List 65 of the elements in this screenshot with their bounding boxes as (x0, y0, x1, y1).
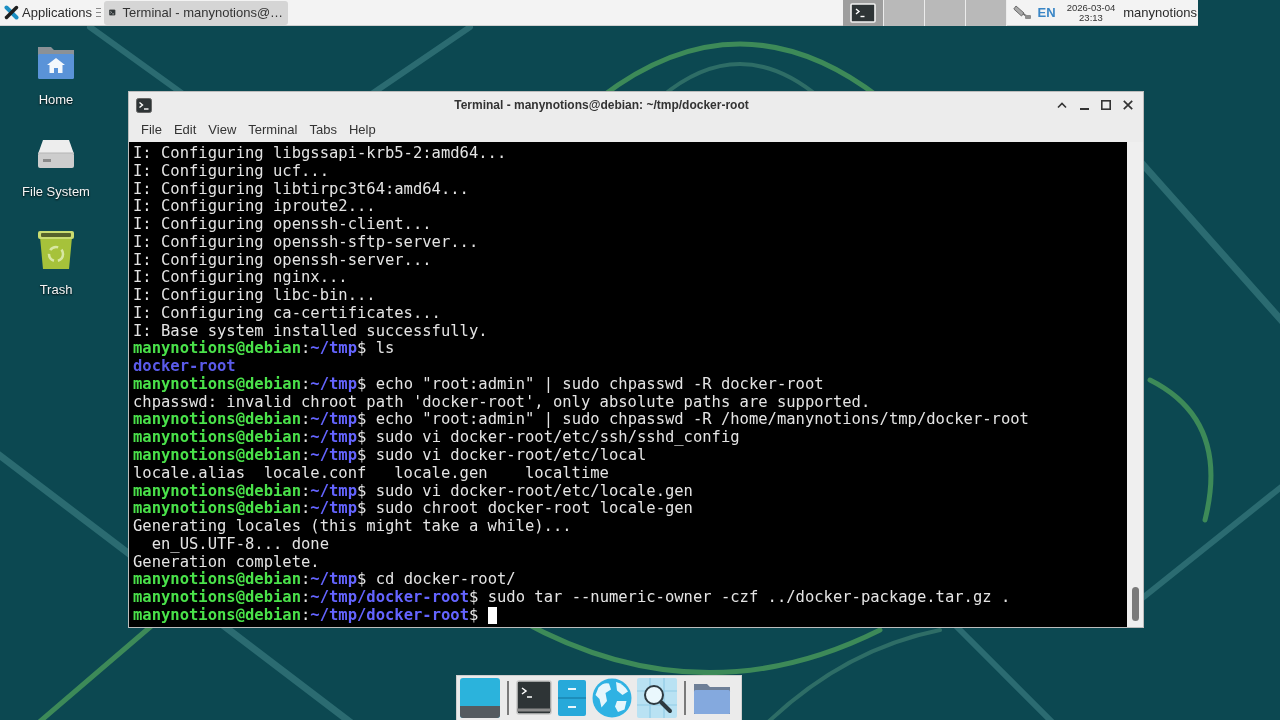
terminal-line: manynotions@debian:~/tmp$ ls (133, 340, 395, 359)
terminal-line: I: Base system installed successfully. (133, 322, 488, 340)
workspace-button[interactable] (842, 0, 884, 26)
applications-menu[interactable]: Applications (0, 0, 95, 26)
user-menu[interactable]: manynotions (1123, 2, 1197, 23)
menu-item[interactable]: Tabs (303, 121, 343, 139)
window-thumbnail-icon (849, 2, 876, 23)
terminal-line: manynotions@debian:~/tmp$ echo "root:admin" | sudo chpasswd -R docker-root (133, 375, 824, 394)
terminal-line: I: Configuring iproute2... (133, 198, 376, 217)
terminal-line: I: Configuring ca-certificates... (133, 304, 441, 323)
window-title: Terminal - manynotions@debian: ~/tmp/docker-root (453, 97, 750, 114)
home-folder-icon[interactable] (36, 44, 76, 80)
terminal-line: manynotions@debian:~/tmp$ echo "root:admin" | sudo chpasswd -R /home/manynotions/tmp/docker-root (133, 411, 1029, 429)
terminal-line: Generation complete. (133, 553, 320, 571)
handle-icon (96, 7, 102, 18)
taskbar-button[interactable]: Terminal - manynotions@… (104, 0, 289, 25)
close-icon (1123, 100, 1133, 110)
terminal-line: en_US.UTF-8... done (150, 535, 329, 554)
maximize-icon (1101, 100, 1111, 110)
search-icon (637, 678, 677, 718)
trash-bin-icon[interactable] (36, 228, 76, 270)
chevron-up-icon (1057, 101, 1067, 109)
desktop-icon-label[interactable]: File System (22, 184, 90, 200)
menu-item[interactable]: Terminal (242, 121, 304, 139)
terminal-line: manynotions@debian:~/tmp/docker-root$ (133, 606, 479, 625)
cross-logo-icon (4, 5, 19, 20)
terminal-line: I: Configuring libc-bin... (133, 287, 376, 305)
menu-item[interactable]: View (202, 121, 243, 139)
desktop-icon-label[interactable]: Home (38, 92, 74, 108)
file-manager-launcher[interactable] (557, 677, 587, 719)
terminal-line: manynotions@debian:~/tmp$ sudo vi docker-root/etc/locale.gen (133, 482, 693, 500)
show-desktop-button[interactable] (460, 677, 500, 719)
terminal-line: I: Configuring nginx... (133, 269, 348, 288)
network-plug-icon (1012, 4, 1032, 21)
globe-icon (592, 678, 632, 718)
menu-item[interactable]: File (135, 121, 168, 139)
terminal-line: manynotions@debian:~/tmp$ sudo vi docker-root/etc/local (133, 447, 647, 465)
terminal-line: I: Configuring libtirpc3t64:amd64... (133, 180, 469, 199)
terminal-line: locale.alias locale.conf locale.gen localtime (133, 464, 609, 483)
folder-icon (693, 681, 731, 715)
keyboard-layout[interactable]: EN (1037, 2, 1056, 23)
terminal-line: manynotions@debian:~/tmp$ cd docker-root/ (133, 571, 516, 589)
terminal-icon (136, 97, 152, 113)
terminal-line: I: Configuring ucf... (133, 162, 329, 181)
terminal-line: manynotions@debian:~/tmp$ sudo chroot docker-root locale-gen (133, 500, 693, 519)
terminal-line: manynotions@debian:~/tmp/docker-root$ sudo tar --numeric-owner -czf ../docker-package.tar.gz . (133, 589, 1011, 607)
menu-item[interactable]: Help (342, 121, 382, 139)
terminal-line: chpasswd: invalid chroot path 'docker-root', only absolute paths are supported. (133, 393, 871, 411)
terminal-line: I: Configuring openssh-server... (133, 251, 432, 270)
terminal-line: docker-root (133, 358, 236, 376)
app-finder-launcher[interactable] (637, 677, 677, 719)
minimize-icon (1079, 108, 1089, 110)
file-cabinet-icon (557, 680, 587, 716)
scrollbar-thumb[interactable] (1131, 587, 1139, 621)
terminal-line: I: Configuring openssh-sftp-server... (133, 233, 479, 252)
desktop-icon-label[interactable]: Trash (39, 282, 73, 298)
terminal-line: I: Configuring openssh-client... (133, 216, 432, 234)
clock-time: 23:13 (1079, 12, 1103, 23)
terminal-icon (516, 680, 552, 716)
clock-date: 2026-03-04 (1066, 2, 1116, 13)
terminal-line: manynotions@debian:~/tmp$ sudo vi docker-root/etc/ssh/sshd_config (133, 429, 740, 447)
terminal-line: I: Configuring libgssapi-krb5-2:amd64... (133, 145, 507, 163)
menu-item[interactable]: Edit (167, 121, 203, 139)
desktop-icon (460, 678, 500, 718)
terminal-line: Generating locales (this might take a while)... (133, 518, 572, 536)
